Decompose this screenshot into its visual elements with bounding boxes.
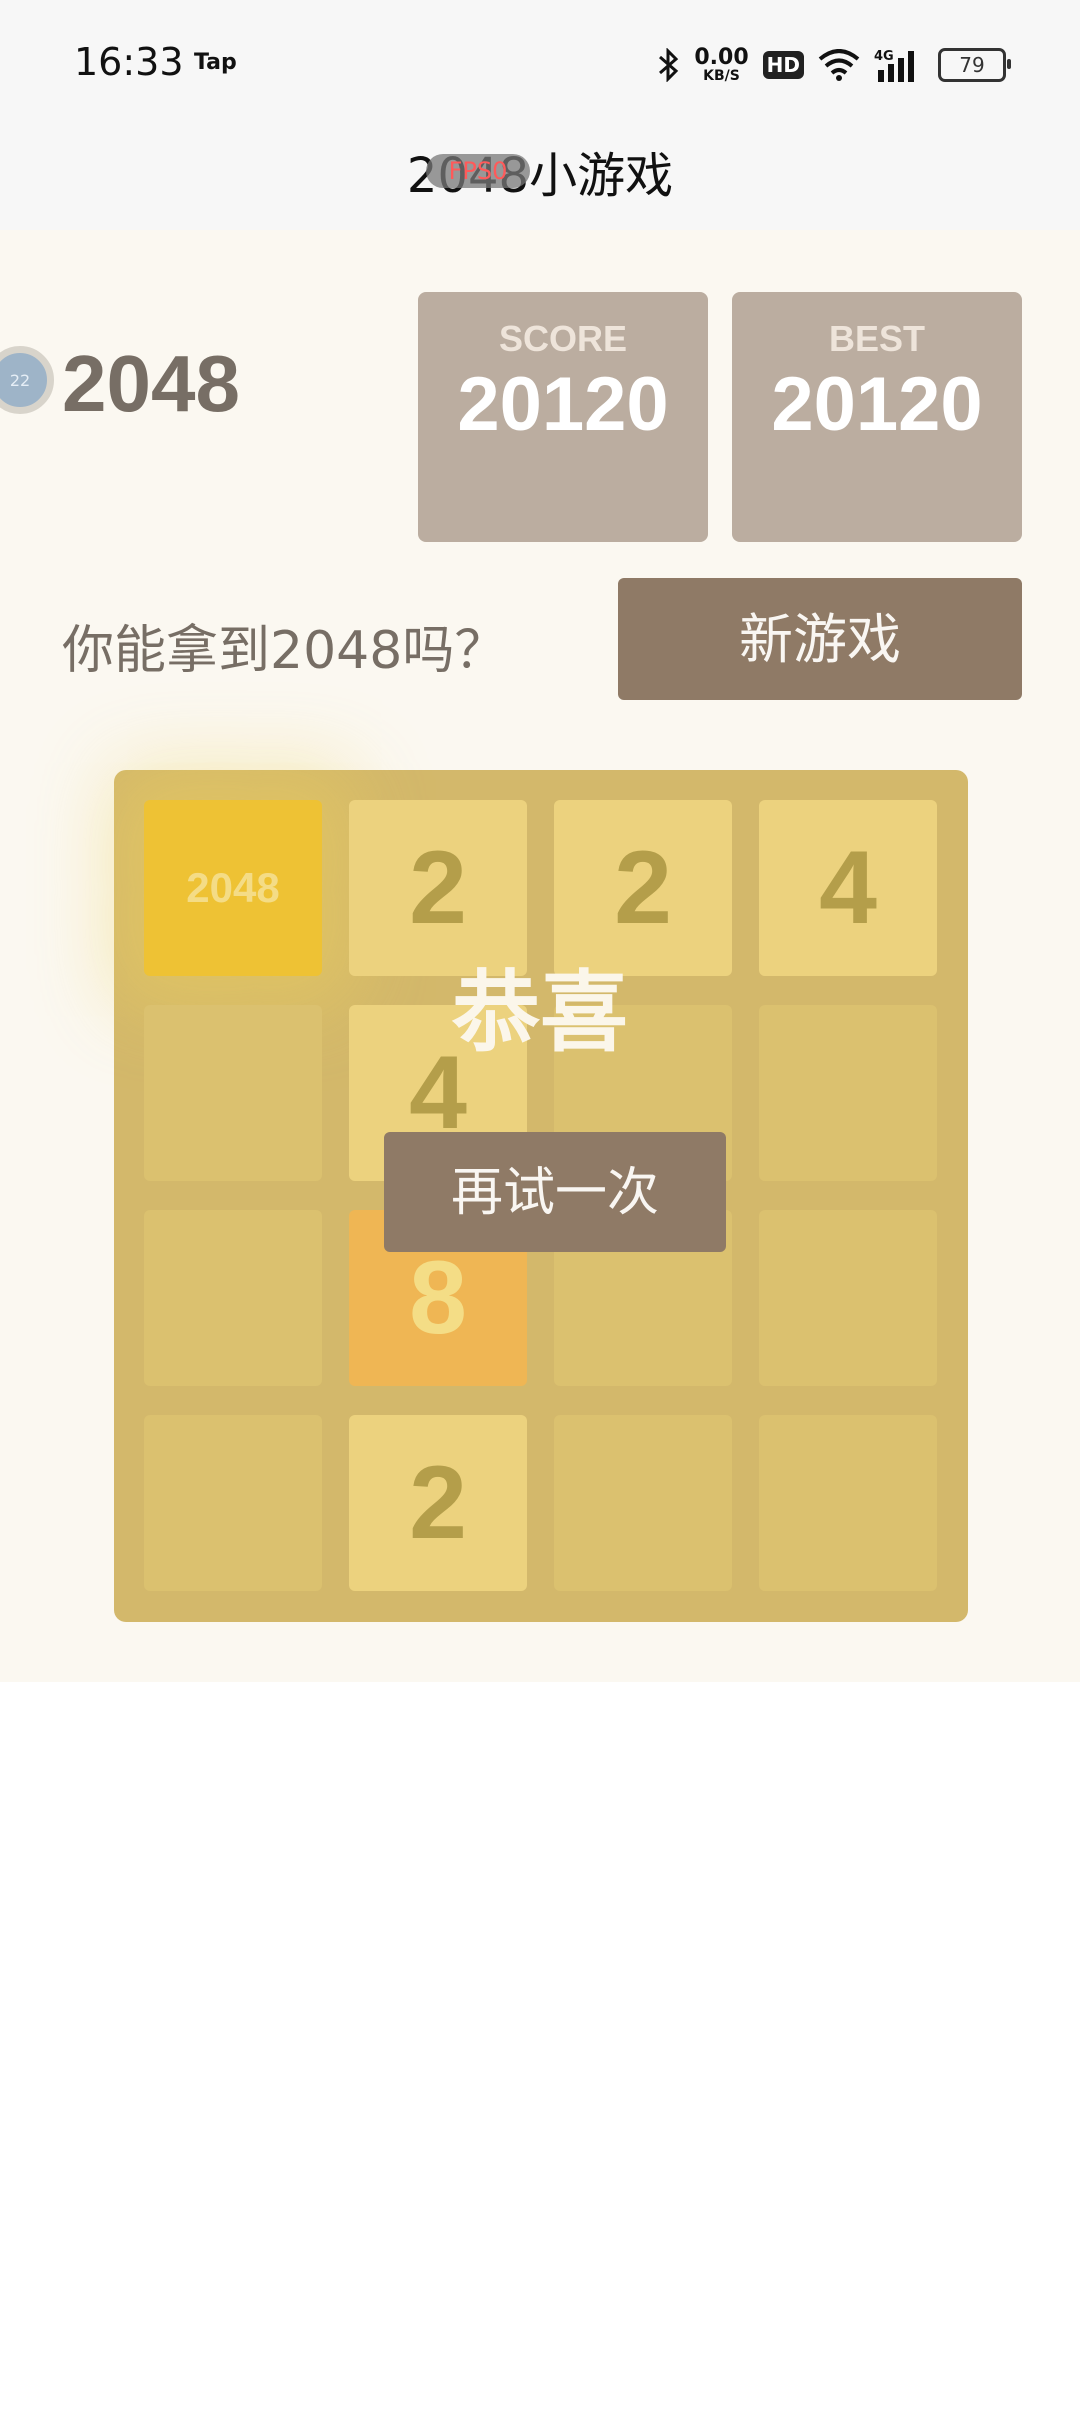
battery-icon: 79 <box>938 48 1011 82</box>
overlay-title: 恭喜 <box>451 961 628 1064</box>
score-value: 20120 <box>457 362 669 447</box>
empty-cell <box>759 1210 937 1386</box>
signal-icon: 4G <box>874 48 924 82</box>
score-box: SCORE 20120 <box>418 292 708 542</box>
empty-cell <box>554 1415 732 1591</box>
net-speed-unit: KB/S <box>703 68 740 84</box>
net-speed: 0.00 KB/S <box>694 45 749 84</box>
app-title: 2048小游戏 <box>406 148 674 204</box>
score-label: SCORE <box>498 318 628 359</box>
status-time: 16:33 <box>74 40 184 84</box>
battery-level: 79 <box>959 53 985 77</box>
game-page: 22 2048 SCORE 20120 BEST 20120 你能拿到2048吗… <box>0 230 1080 1682</box>
avatar-text: 22 <box>9 370 31 390</box>
game-subtitle: 你能拿到2048吗？ <box>62 621 507 681</box>
empty-cell <box>144 1210 322 1386</box>
app-header: 2048小游戏 FPS0 <box>0 124 1080 230</box>
hd-badge: HD <box>762 51 804 79</box>
fps-indicator: FPS0 <box>426 154 530 188</box>
game-logo: 2048 <box>62 339 240 428</box>
network-label: 4G <box>874 49 894 64</box>
bluetooth-icon <box>658 48 680 82</box>
status-icons: 0.00 KB/S HD 4G 79 <box>658 40 1011 90</box>
best-value: 20120 <box>771 362 983 447</box>
status-tap-label: Tap <box>194 50 237 75</box>
wifi-icon <box>818 49 860 81</box>
empty-cell <box>759 1415 937 1591</box>
net-speed-value: 0.00 <box>694 45 749 70</box>
retry-button[interactable]: 再试一次 <box>384 1132 726 1252</box>
best-label: BEST <box>828 318 925 359</box>
tile-2: 2 <box>349 1415 527 1591</box>
status-bar: 16:33 Tap 0.00 KB/S HD 4G 79 <box>0 0 1080 124</box>
empty-cell <box>144 1415 322 1591</box>
new-game-button[interactable]: 新游戏 <box>618 578 1022 700</box>
avatar[interactable]: 22 <box>0 346 54 414</box>
best-score-box: BEST 20120 <box>732 292 1022 542</box>
